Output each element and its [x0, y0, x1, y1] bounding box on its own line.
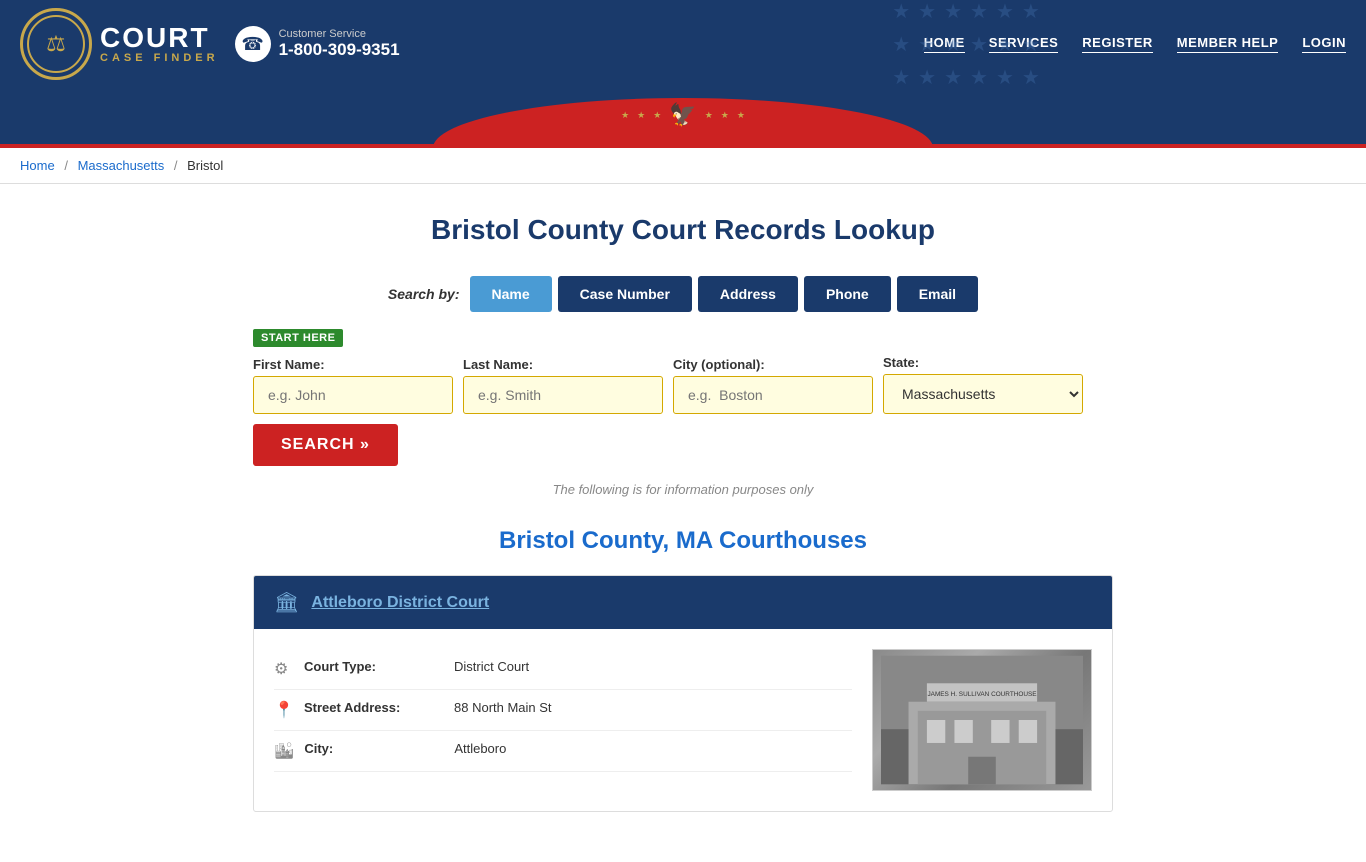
info-text: The following is for information purpose… — [253, 482, 1113, 497]
first-name-field: First Name: — [253, 357, 453, 414]
start-here-badge: START HERE — [253, 329, 343, 347]
location-icon: 📍 — [274, 700, 294, 720]
address-row: 📍 Street Address: 88 North Main St — [274, 690, 852, 731]
city-row: 🏙 City: Attleboro — [274, 731, 852, 772]
logo-badge: ⚖ — [20, 8, 92, 80]
courthouse-card: 🏛 Attleboro District Court ⚙ Court Type:… — [253, 575, 1113, 812]
tab-phone[interactable]: Phone — [804, 276, 891, 312]
city-field: City (optional): — [673, 357, 873, 414]
cs-info: Customer Service 1-800-309-9351 — [279, 28, 400, 60]
state-select[interactable]: Massachusetts Alabama Alaska Arizona Cal… — [883, 374, 1083, 414]
nav-services[interactable]: SERVICES — [989, 35, 1059, 53]
courthouse-building-icon: 🏛 — [274, 590, 299, 615]
city-icon: 🏙 — [274, 741, 294, 761]
eagle-icon: 🦅 — [669, 102, 696, 128]
svg-text:JAMES H. SULLIVAN COURTHOUSE: JAMES H. SULLIVAN COURTHOUSE — [927, 691, 1036, 698]
nav-home[interactable]: HOME — [924, 35, 965, 53]
nav-register[interactable]: REGISTER — [1082, 35, 1152, 53]
logo-text: COURT CASE FINDER — [100, 24, 219, 64]
tab-name[interactable]: Name — [470, 276, 552, 312]
cs-phone-number: 1-800-309-9351 — [279, 40, 400, 60]
breadcrumb-home[interactable]: Home — [20, 158, 55, 173]
breadcrumb-sep-1: / — [64, 158, 68, 173]
ribbon-star-1: ★ — [621, 110, 629, 121]
phone-icon: ☎ — [235, 26, 271, 62]
court-type-row: ⚙ Court Type: District Court — [274, 649, 852, 690]
courthouse-building-svg: JAMES H. SULLIVAN COURTHOUSE — [881, 650, 1083, 790]
breadcrumb-state[interactable]: Massachusetts — [78, 158, 165, 173]
last-name-field: Last Name: — [463, 357, 663, 414]
court-type-value: District Court — [454, 659, 529, 674]
site-header: ★★★★★★ ★★★★★★ ★★★★★★ ⚖ COURT CASE FINDER… — [0, 0, 1366, 88]
customer-service: ☎ Customer Service 1-800-309-9351 — [235, 26, 400, 62]
search-by-row: Search by: Name Case Number Address Phon… — [253, 276, 1113, 312]
city-input[interactable] — [673, 376, 873, 414]
ribbon-star-2: ★ — [637, 110, 645, 121]
court-type-label: Court Type: — [304, 659, 444, 674]
courthouse-details: ⚙ Court Type: District Court 📍 Street Ad… — [274, 649, 852, 791]
last-name-label: Last Name: — [463, 357, 663, 372]
tab-address[interactable]: Address — [698, 276, 798, 312]
courthouse-body: ⚙ Court Type: District Court 📍 Street Ad… — [254, 629, 1112, 811]
ribbon-star-3: ★ — [653, 110, 661, 121]
tab-email[interactable]: Email — [897, 276, 978, 312]
main-nav: HOME SERVICES REGISTER MEMBER HELP LOGIN — [924, 35, 1346, 53]
courthouse-header: 🏛 Attleboro District Court — [254, 576, 1112, 629]
address-value: 88 North Main St — [454, 700, 552, 715]
breadcrumb: Home / Massachusetts / Bristol — [0, 148, 1366, 184]
main-content: Bristol County Court Records Lookup Sear… — [233, 184, 1133, 862]
search-button[interactable]: SEARCH » — [253, 424, 398, 466]
nav-login[interactable]: LOGIN — [1302, 35, 1346, 53]
ribbon-eagle-row: ★ ★ ★ 🦅 ★ ★ ★ — [621, 102, 745, 128]
ribbon-star-5: ★ — [721, 110, 729, 121]
state-label: State: — [883, 355, 1083, 370]
search-form: First Name: Last Name: City (optional): … — [253, 355, 1113, 466]
page-title: Bristol County Court Records Lookup — [253, 214, 1113, 246]
city-label: City (optional): — [673, 357, 873, 372]
city-detail-label: City: — [304, 741, 444, 756]
courthouse-name[interactable]: Attleboro District Court — [311, 594, 489, 612]
cs-label: Customer Service — [279, 28, 400, 40]
last-name-input[interactable] — [463, 376, 663, 414]
courthouses-title: Bristol County, MA Courthouses — [253, 527, 1113, 555]
breadcrumb-sep-2: / — [174, 158, 178, 173]
gavel-icon: ⚖ — [46, 31, 66, 57]
logo-inner: ⚖ — [27, 15, 85, 73]
gavel-detail-icon: ⚙ — [274, 659, 294, 679]
logo-case-finder-text: CASE FINDER — [100, 52, 219, 64]
courthouse-image: JAMES H. SULLIVAN COURTHOUSE — [872, 649, 1092, 791]
breadcrumb-county: Bristol — [187, 158, 223, 173]
address-label: Street Address: — [304, 700, 444, 715]
header-left: ⚖ COURT CASE FINDER ☎ Customer Service 1… — [20, 8, 400, 80]
courthouse-image-placeholder: JAMES H. SULLIVAN COURTHOUSE — [873, 650, 1091, 790]
ribbon-star-6: ★ — [737, 110, 745, 121]
first-name-label: First Name: — [253, 357, 453, 372]
search-by-label: Search by: — [388, 286, 460, 302]
first-name-input[interactable] — [253, 376, 453, 414]
city-detail-value: Attleboro — [454, 741, 506, 756]
ribbon-star-4: ★ — [705, 110, 713, 121]
tab-case-number[interactable]: Case Number — [558, 276, 692, 312]
nav-member-help[interactable]: MEMBER HELP — [1177, 35, 1279, 53]
state-field: State: Massachusetts Alabama Alaska Ariz… — [883, 355, 1083, 414]
logo[interactable]: ⚖ COURT CASE FINDER — [20, 8, 219, 80]
logo-court-text: COURT — [100, 24, 219, 52]
ribbon-container: ★ ★ ★ 🦅 ★ ★ ★ — [0, 88, 1366, 148]
